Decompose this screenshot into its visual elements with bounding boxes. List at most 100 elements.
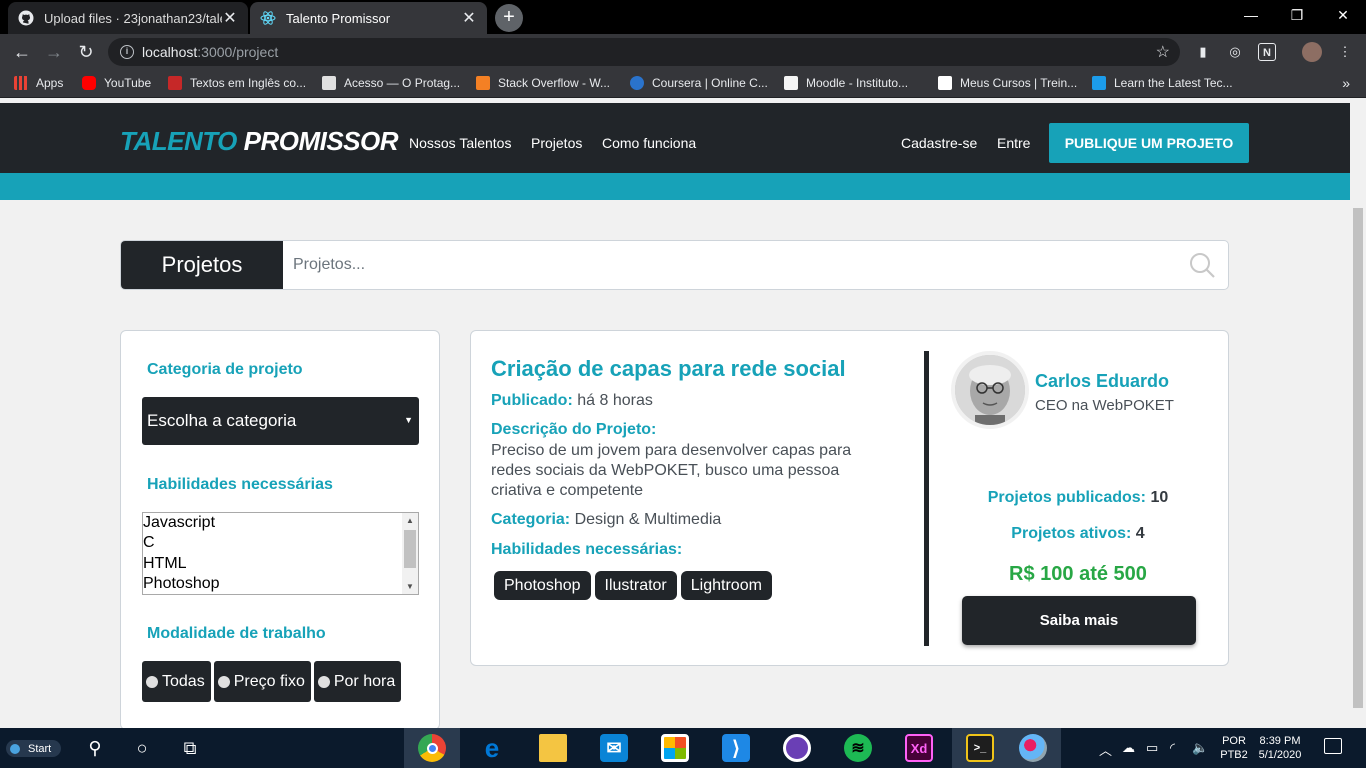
tab-title: Upload files · 23jonathan23/taler: [44, 10, 222, 26]
tab-talento-promissor[interactable]: Talento Promissor ✕: [250, 2, 487, 34]
bookmark-stack-overflow[interactable]: Stack Overflow - W...: [476, 76, 610, 90]
skills-multiselect[interactable]: Javascript C HTML Photoshop ▲ ▼: [142, 512, 419, 595]
udemy-icon: [1092, 76, 1106, 90]
signup-link[interactable]: Cadastre-se: [901, 135, 977, 151]
nav-nossos-talentos[interactable]: Nossos Talentos: [409, 135, 511, 151]
project-published: Publicado: há 8 horas: [491, 392, 653, 409]
forward-arrow-icon[interactable]: →: [42, 40, 66, 64]
site-logo[interactable]: TALENTO PROMISSOR: [120, 126, 399, 157]
page-viewport: TALENTO PROMISSOR Nossos Talentos Projet…: [0, 98, 1350, 728]
bookmark-learn-latest[interactable]: Learn the Latest Tec...: [1092, 76, 1233, 90]
owner-name[interactable]: Carlos Eduardo: [1035, 371, 1169, 392]
taskbar-chrome[interactable]: [404, 728, 460, 768]
scroll-down-icon[interactable]: ▼: [406, 582, 414, 591]
spotify-icon: ≋: [844, 734, 872, 762]
scroll-up-icon[interactable]: ▲: [406, 516, 414, 525]
search-icon[interactable]: ⚲: [80, 733, 110, 763]
volume-icon[interactable]: 🔈: [1192, 740, 1208, 756]
close-tab-icon[interactable]: ✕: [222, 8, 238, 28]
new-tab-button[interactable]: +: [495, 4, 523, 32]
paint-icon: [1019, 734, 1047, 762]
onedrive-cloud-icon[interactable]: ☁: [1122, 740, 1135, 756]
input-language[interactable]: POR PTB2: [1219, 734, 1249, 762]
scrollbar-thumb[interactable]: [404, 530, 416, 568]
filters-panel: Categoria de projeto Escolha a categoria…: [120, 330, 440, 728]
close-window-button[interactable]: ✕: [1320, 0, 1366, 30]
cortana-icon[interactable]: ○: [127, 733, 157, 763]
notifications-icon[interactable]: [1324, 738, 1342, 754]
extension-puzzle-icon[interactable]: ▮: [1194, 43, 1212, 61]
react-icon: [260, 11, 276, 25]
coursera-icon: [630, 76, 644, 90]
radio-icon: [317, 675, 330, 688]
start-button[interactable]: Start: [6, 740, 62, 757]
menu-kebab-icon[interactable]: ⋮: [1336, 43, 1354, 61]
bookmark-acesso[interactable]: Acesso — O Protag...: [322, 76, 460, 90]
extension-icon[interactable]: ◎: [1226, 43, 1244, 61]
mode-option-todas[interactable]: Todas: [142, 661, 211, 702]
address-bar[interactable]: i localhost:3000/project ☆: [108, 38, 1180, 66]
nav-projetos[interactable]: Projetos: [531, 135, 582, 151]
taskbar-spotify[interactable]: ≋: [830, 728, 886, 768]
tray-chevron-up-icon[interactable]: ︿: [1099, 740, 1112, 759]
page-scrollbar-thumb[interactable]: [1353, 208, 1363, 708]
github-icon: [18, 10, 34, 26]
back-arrow-icon[interactable]: ←: [10, 40, 34, 64]
search-icon[interactable]: [1188, 251, 1216, 279]
minimize-window-button[interactable]: —: [1228, 0, 1274, 30]
page-scrollbar[interactable]: [1350, 98, 1366, 728]
category-select[interactable]: Escolha a categoria ▼: [142, 397, 419, 445]
bookmark-star-icon[interactable]: ☆: [1156, 42, 1170, 62]
wifi-icon[interactable]: ◜: [1170, 740, 1175, 756]
taskbar-tor-browser[interactable]: [769, 728, 825, 768]
owner-photo-icon: [955, 355, 1025, 425]
taskbar-store[interactable]: [647, 728, 703, 768]
project-category: Categoria: Design & Multimedia: [491, 511, 722, 528]
owner-avatar[interactable]: [951, 351, 1029, 429]
close-tab-icon[interactable]: ✕: [461, 8, 477, 28]
bookmark-apps[interactable]: Apps: [14, 76, 63, 90]
skill-option[interactable]: Javascript: [143, 513, 418, 533]
more-bookmarks-icon[interactable]: »: [1342, 75, 1350, 91]
battery-icon[interactable]: ▭: [1146, 740, 1158, 756]
apps-grid-icon: [14, 76, 28, 90]
adobe-xd-icon: Xd: [905, 734, 933, 762]
taskbar-mail[interactable]: ✉: [586, 728, 642, 768]
tab-upload-files[interactable]: Upload files · 23jonathan23/taler ✕: [8, 2, 248, 34]
login-link[interactable]: Entre: [997, 135, 1030, 151]
bookmark-moodle[interactable]: Moodle - Instituto...: [784, 76, 908, 90]
mode-option-por-hora[interactable]: Por hora: [313, 661, 402, 702]
profile-avatar-icon[interactable]: [1302, 42, 1322, 62]
skill-tag: Lightroom: [680, 571, 772, 600]
notion-extension-icon[interactable]: N: [1258, 43, 1276, 61]
project-title[interactable]: Criação de capas para rede social: [491, 356, 846, 382]
taskbar-file-explorer[interactable]: [525, 728, 581, 768]
task-view-icon[interactable]: ⧉: [175, 733, 205, 763]
mode-option-preco-fixo[interactable]: Preço fixo: [213, 661, 311, 702]
publish-project-button[interactable]: PUBLIQUE UM PROJETO: [1049, 123, 1249, 163]
mode-options: Todas Preço fixo Por hora: [142, 661, 404, 702]
system-clock[interactable]: 8:39 PM 5/1/2020: [1254, 734, 1306, 762]
skill-option[interactable]: HTML: [143, 554, 418, 574]
site-info-icon[interactable]: i: [120, 45, 134, 59]
bookmark-meus-cursos[interactable]: Meus Cursos | Trein...: [938, 76, 1077, 90]
taskbar-adobe-xd[interactable]: Xd: [891, 728, 947, 768]
bookmark-textos-ingles[interactable]: Textos em Inglês co...: [168, 76, 306, 90]
skill-option[interactable]: C: [143, 533, 418, 553]
nav-como-funciona[interactable]: Como funciona: [602, 135, 696, 151]
skills-scrollbar[interactable]: ▲ ▼: [402, 513, 418, 594]
restore-window-button[interactable]: ❐: [1274, 0, 1320, 30]
bookmark-coursera[interactable]: Coursera | Online C...: [630, 76, 768, 90]
reload-icon[interactable]: ↻: [74, 40, 98, 64]
search-input[interactable]: [293, 241, 1173, 289]
url-path: :3000/project: [197, 44, 279, 60]
youtube-icon: [82, 76, 96, 90]
taskbar-paint[interactable]: [1005, 728, 1061, 768]
taskbar-edge[interactable]: e: [464, 728, 520, 768]
saiba-mais-button[interactable]: Saiba mais: [962, 596, 1196, 645]
taskbar-vscode[interactable]: ⟩: [708, 728, 764, 768]
bookmark-youtube[interactable]: YouTube: [82, 76, 151, 90]
skill-option[interactable]: Photoshop: [143, 574, 418, 594]
category-select-value: Escolha a categoria: [147, 411, 297, 430]
taskbar-terminal[interactable]: >_: [952, 728, 1008, 768]
